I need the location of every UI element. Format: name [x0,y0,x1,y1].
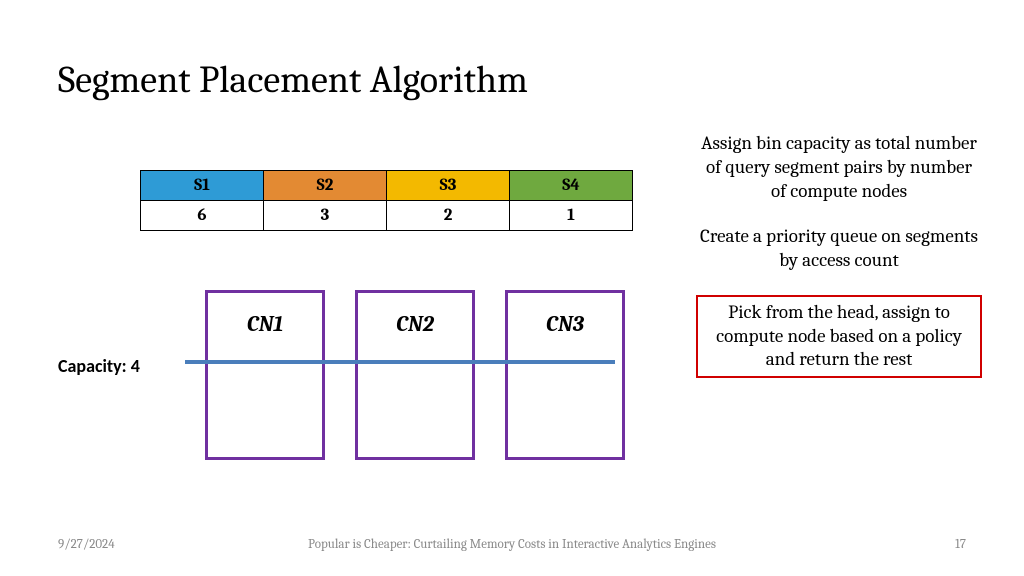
compute-node-box: CN3 [505,290,625,460]
segment-value: 1 [510,201,633,231]
footer-title: Popular is Cheaper: Curtailing Memory Co… [0,537,1024,552]
segment-header: S4 [510,171,633,201]
compute-node-box: CN1 [205,290,325,460]
segment-header: S3 [387,171,510,201]
segment-header: S1 [141,171,264,201]
capacity-label: Capacity: 4 [58,355,140,377]
compute-node-label: CN3 [508,293,622,337]
connector-line [185,360,615,364]
compute-node-label: CN2 [358,293,472,337]
compute-node-box: CN2 [355,290,475,460]
compute-node-label: CN1 [208,293,322,337]
step-text: Assign bin capacity as total number of q… [700,132,978,203]
step-text: Create a priority queue on segments by a… [700,225,978,273]
steps-column: Assign bin capacity as total number of q… [700,132,978,400]
compute-nodes-area: CN1 CN2 CN3 [205,290,635,462]
segment-header: S2 [264,171,387,201]
footer-page-number: 17 [955,537,966,552]
segment-value: 3 [264,201,387,231]
table-row: 6 3 2 1 [141,201,633,231]
segment-value: 6 [141,201,264,231]
slide-title: Segment Placement Algorithm [58,58,528,102]
segment-value: 2 [387,201,510,231]
step-text-highlighted: Pick from the head, assign to compute no… [696,295,982,378]
segments-table: S1 S2 S3 S4 6 3 2 1 [140,170,633,231]
table-row: S1 S2 S3 S4 [141,171,633,201]
